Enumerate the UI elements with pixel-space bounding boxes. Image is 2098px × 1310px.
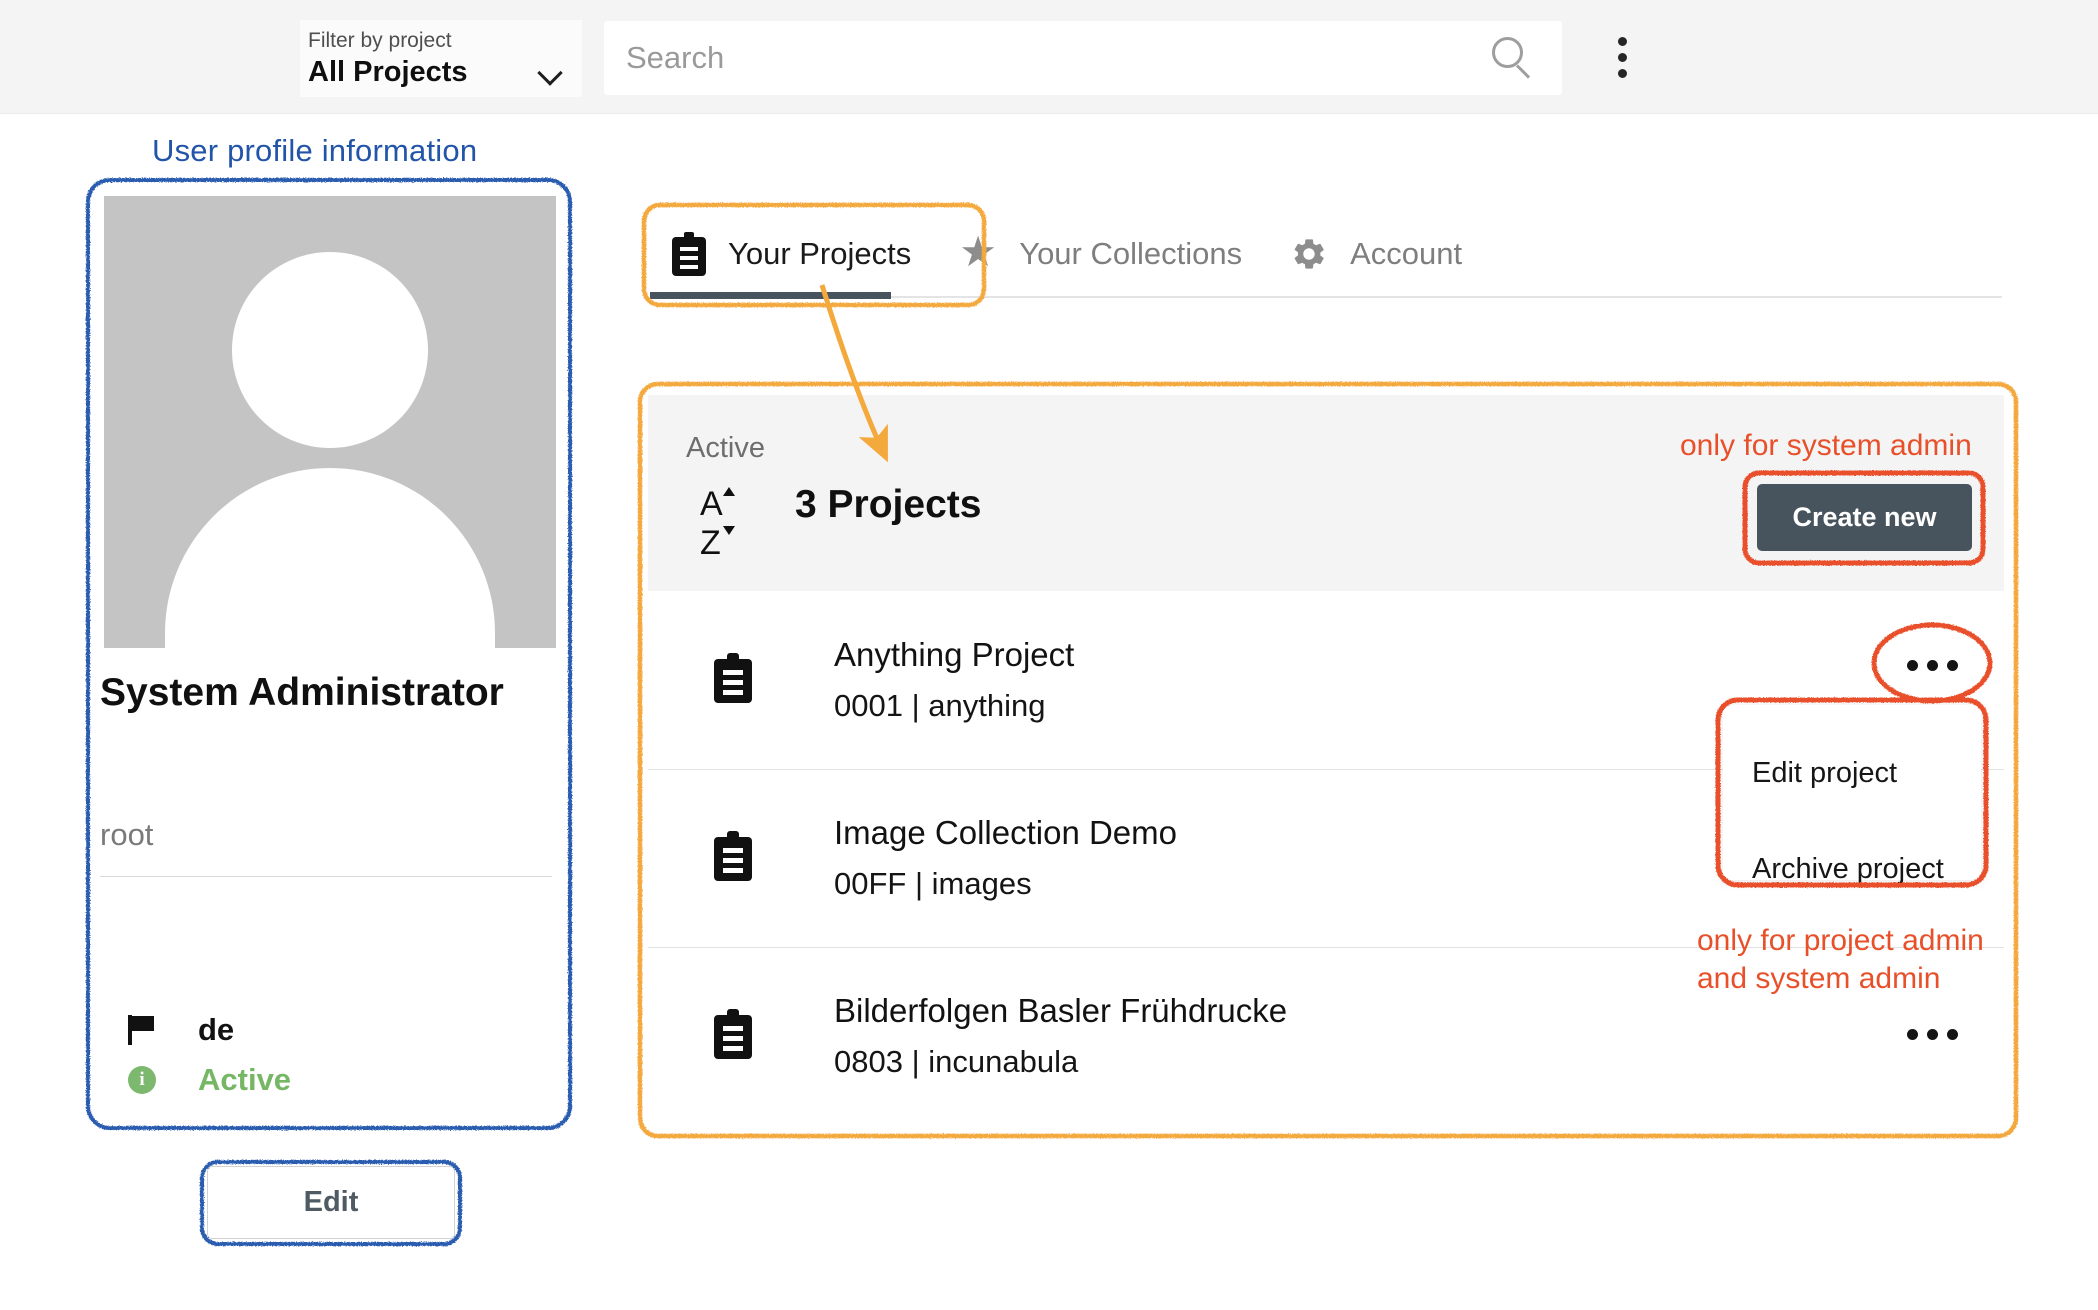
tab-your-projects[interactable]: Your Projects xyxy=(648,208,935,300)
dot xyxy=(1617,52,1627,62)
tab-label: Your Collections xyxy=(1019,236,1243,271)
profile-name: System Administrator xyxy=(100,671,504,714)
dot xyxy=(1946,659,1958,671)
tab-account[interactable]: Account xyxy=(1266,208,1486,300)
dot xyxy=(1926,1028,1938,1040)
project-subtitle: 0001 | anything xyxy=(834,688,1046,723)
active-tab-underline xyxy=(650,292,891,299)
sort-az-icon[interactable]: AZ xyxy=(700,485,758,562)
dot xyxy=(1926,659,1938,671)
project-row-menu-button[interactable] xyxy=(1900,1014,1964,1054)
chevron-down-icon[interactable] xyxy=(538,59,564,85)
dot xyxy=(1906,659,1918,671)
clipboard-icon xyxy=(714,653,752,703)
info-circle-icon: i xyxy=(128,1066,180,1094)
project-subtitle: 0803 | incunabula xyxy=(834,1044,1079,1079)
tab-label: Account xyxy=(1350,236,1463,271)
menu-item-archive-project[interactable]: Archive project xyxy=(1752,853,1944,886)
menu-item-edit-project[interactable]: Edit project xyxy=(1752,757,1897,790)
project-subtitle: 00FF | images xyxy=(834,866,1032,901)
project-title: Bilderfolgen Basler Frühdrucke xyxy=(834,992,1288,1029)
project-title: Anything Project xyxy=(834,636,1075,673)
avatar xyxy=(104,196,556,648)
clipboard-icon xyxy=(714,831,752,881)
dot xyxy=(1617,68,1627,78)
top-bar: Filter by project All Projects xyxy=(0,0,2098,114)
profile-annotation-label: User profile information xyxy=(152,133,478,168)
avatar-head xyxy=(232,252,428,448)
avatar-body xyxy=(165,468,495,648)
profile-language: de xyxy=(198,1012,235,1047)
profile-tabs: Your Projects ★ Your Collections Account xyxy=(648,208,2008,300)
profile-status-row: i Active xyxy=(128,1055,528,1105)
project-filter-label: Filter by project xyxy=(308,28,452,52)
dot xyxy=(1617,36,1627,46)
project-filter[interactable]: Filter by project All Projects xyxy=(300,20,582,97)
profile-language-row: de xyxy=(128,1005,528,1055)
search-box[interactable] xyxy=(604,21,1562,95)
projects-state-label: Active xyxy=(686,432,765,464)
create-new-button[interactable]: Create new xyxy=(1757,484,1972,551)
star-icon: ★ xyxy=(959,228,997,275)
tab-your-collections[interactable]: ★ Your Collections xyxy=(935,208,1266,300)
status-badge: Active xyxy=(198,1062,292,1097)
project-context-menu: Edit project Archive project xyxy=(1723,705,1981,885)
clipboard-icon xyxy=(714,1009,752,1059)
project-title: Image Collection Demo xyxy=(834,814,1177,851)
kebab-vertical-icon[interactable] xyxy=(1597,27,1647,87)
edit-profile-button[interactable]: Edit xyxy=(207,1166,455,1239)
annotation-system-admin-note: only for system admin xyxy=(1680,429,1972,462)
search-input[interactable] xyxy=(624,32,1482,84)
search-icon[interactable] xyxy=(1482,28,1542,88)
profile-divider xyxy=(100,876,552,877)
project-row-menu-button[interactable] xyxy=(1900,645,1964,685)
clipboard-icon xyxy=(672,232,706,276)
dot xyxy=(1946,1028,1958,1040)
projects-count: 3 Projects xyxy=(795,483,982,526)
profile-meta: de i Active xyxy=(128,1005,528,1105)
tab-label: Your Projects xyxy=(728,236,912,271)
dot xyxy=(1906,1028,1918,1040)
flag-icon xyxy=(128,1015,180,1045)
annotation-project-admin-note: only for project admin and system admin xyxy=(1697,924,1984,995)
gear-icon xyxy=(1290,235,1328,273)
profile-username: root xyxy=(100,817,154,852)
project-filter-value: All Projects xyxy=(308,55,468,88)
